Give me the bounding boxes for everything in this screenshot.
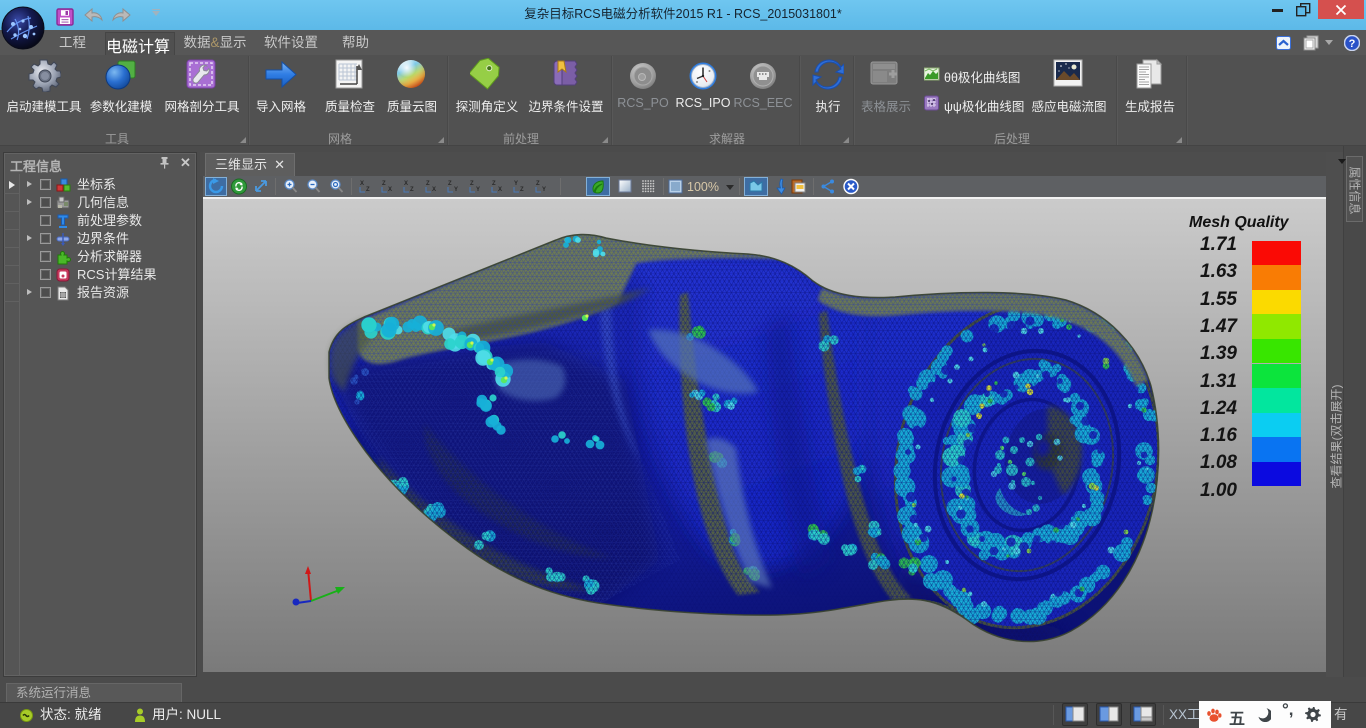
- svg-text:X: X: [404, 181, 408, 187]
- svg-text:Z: Z: [536, 181, 540, 187]
- svg-text:Z: Z: [448, 181, 452, 187]
- svg-text:X: X: [498, 187, 502, 193]
- svg-text:Y: Y: [476, 187, 480, 193]
- svg-text:Y: Y: [514, 181, 518, 187]
- svg-text:Z: Z: [492, 181, 496, 187]
- svg-text:Z: Z: [366, 187, 370, 193]
- svg-text:?: ?: [1349, 38, 1356, 50]
- svg-text:Z: Z: [426, 181, 430, 187]
- svg-text:Z: Z: [382, 181, 386, 187]
- svg-text:X: X: [432, 187, 436, 193]
- svg-text:Y: Y: [454, 187, 458, 193]
- svg-text:X: X: [360, 181, 364, 187]
- svg-text:Y: Y: [542, 187, 546, 193]
- svg-text:X: X: [388, 187, 392, 193]
- svg-text:Z: Z: [470, 181, 474, 187]
- svg-text:Z: Z: [410, 187, 414, 193]
- svg-text:Z: Z: [520, 187, 524, 193]
